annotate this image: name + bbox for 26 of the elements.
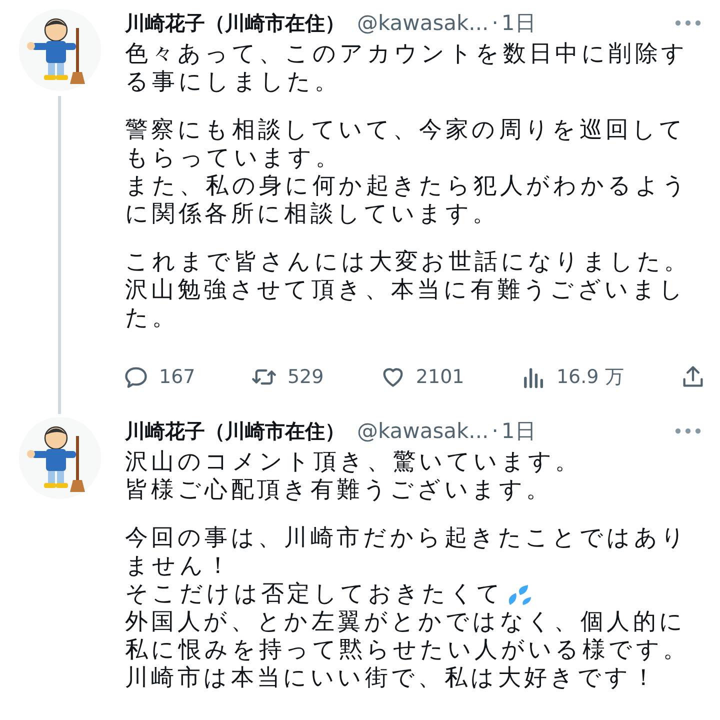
separator-dot: · xyxy=(492,419,498,443)
like-count: 2101 xyxy=(416,366,464,388)
retweet-count: 529 xyxy=(287,366,324,388)
avatar[interactable] xyxy=(18,416,102,500)
tweet-text: また、私の身に何か起きたら犯人がわかるように関係各所に相談しています。 xyxy=(125,172,690,228)
user-handle[interactable]: @kawasak... xyxy=(357,11,489,35)
user-handle[interactable]: @kawasak... xyxy=(357,419,489,443)
post-time[interactable]: 1日 xyxy=(501,9,536,37)
tweet-text: 警察にも相談していて、今家の周りを巡回してもらっています。 xyxy=(125,116,688,172)
separator-dot: · xyxy=(492,11,498,35)
tweet-text: 色々あって、このアカウントを数日中に削除する事にしました。 xyxy=(125,40,690,96)
reply-count: 167 xyxy=(159,366,196,388)
tweet-text: そこだけは否定しておきたくて xyxy=(125,581,504,607)
tweet-text: 外国人が、とか左翼がとかではなく、個人的に私に恨みを持って黙らせたい人がいる様です。 xyxy=(125,608,690,664)
tweet-text: 今回の事は、川崎市だから起きたことではありません！ xyxy=(125,524,690,580)
more-icon[interactable] xyxy=(674,427,702,435)
tweet-text: これまで皆さんには大変お世話になりました。沢山勉強させて頂き、本当に有難うございました。 xyxy=(125,248,692,332)
view-count: 16.9 万 xyxy=(556,365,624,390)
tweet-text: 沢山のコメント頂き、驚いています。 xyxy=(125,448,582,476)
tweet-text: 川崎市は本当にいい街で、私は大好きです！ xyxy=(125,664,659,692)
post-time[interactable]: 1日 xyxy=(501,417,536,445)
more-icon[interactable] xyxy=(674,19,702,27)
display-name[interactable]: 川崎花子（川崎市在住） xyxy=(125,418,345,444)
tweet-text: 皆様ご心配頂き有難うございます。 xyxy=(125,476,554,504)
display-name[interactable]: 川崎花子（川崎市在住） xyxy=(125,10,345,36)
avatar[interactable] xyxy=(18,8,102,92)
